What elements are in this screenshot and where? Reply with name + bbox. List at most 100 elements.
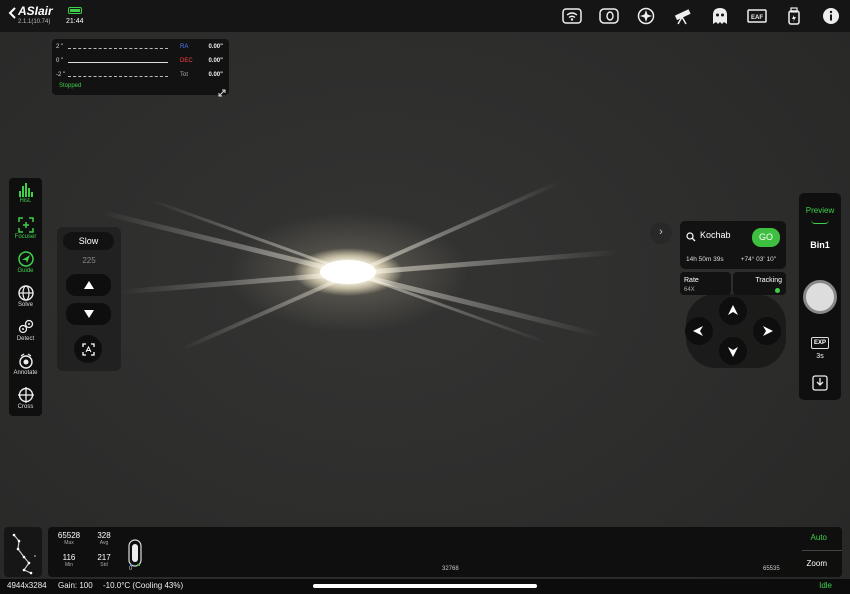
focus-up-button[interactable] xyxy=(66,274,111,296)
stat-min-value: 116 xyxy=(62,553,76,562)
tool-label-detect: Detect xyxy=(16,336,35,342)
download-icon[interactable] xyxy=(812,375,828,396)
telescope-icon[interactable] xyxy=(672,5,694,27)
move-east-button[interactable] xyxy=(753,317,781,345)
goto-button[interactable]: GO xyxy=(752,228,780,247)
hist-tick-start: 0 xyxy=(129,566,133,572)
arrow-right-icon xyxy=(763,326,773,336)
constellation-icon xyxy=(12,533,36,575)
focuser-speed-button[interactable]: Slow xyxy=(63,232,114,250)
autofocus-button[interactable] xyxy=(74,335,102,363)
stat-avg-value: 328 xyxy=(97,531,111,540)
tool-label-guide: Guide xyxy=(17,268,34,274)
guide-dec-label: DEC xyxy=(180,58,193,64)
zoom-button[interactable]: Zoom xyxy=(807,559,827,568)
stat-max-value: 65528 xyxy=(57,531,81,540)
mode-indicator xyxy=(811,220,829,224)
usb-drive-icon[interactable] xyxy=(783,5,805,27)
image-resolution: 4944x3284 xyxy=(7,581,47,590)
app-version: 2.1.1(10.74) xyxy=(18,19,51,25)
stat-min-label: Min xyxy=(64,562,74,568)
tool-focuser[interactable]: Focuser xyxy=(9,215,42,249)
svg-text:EAF: EAF xyxy=(751,15,763,21)
goto-ra: 14h 50m 39s xyxy=(686,256,724,263)
focus-down-button[interactable] xyxy=(66,303,111,325)
stat-min: 116 Min xyxy=(55,553,83,568)
tool-guide[interactable]: Guide xyxy=(9,249,42,283)
stat-avg-label: Avg xyxy=(99,540,109,546)
tool-label-solve: Solve xyxy=(17,302,33,308)
star-map-thumbnail[interactable] xyxy=(4,527,42,577)
search-icon[interactable] xyxy=(686,229,696,247)
histogram-curve[interactable] xyxy=(128,539,142,567)
top-bar: ASIair 2.1.1(10.74) 21:44 EAF xyxy=(0,0,850,32)
wifi-icon[interactable] xyxy=(561,5,583,27)
expand-icon[interactable] xyxy=(218,84,226,97)
tool-label-cross: Cross xyxy=(17,404,34,410)
annotate-icon xyxy=(18,353,33,369)
autofocus-icon xyxy=(81,342,95,356)
home-indicator[interactable] xyxy=(313,584,537,588)
guide-icon xyxy=(17,251,34,267)
guide-ra-label: RA xyxy=(180,44,189,50)
battery-icon xyxy=(68,7,82,14)
move-south-button[interactable] xyxy=(719,337,747,365)
storage-icon[interactable] xyxy=(598,5,620,27)
goto-target-input[interactable]: Kochab xyxy=(700,230,731,240)
crosshair-icon xyxy=(17,387,34,403)
clock: 21:44 xyxy=(66,18,84,25)
guide-line-bottom xyxy=(68,76,168,77)
auto-stretch-button[interactable]: Auto xyxy=(811,533,827,542)
guide-dec-value: 0.00" xyxy=(208,58,223,64)
guide-tot-label: Tot xyxy=(180,72,189,78)
chevron-right-icon: › xyxy=(659,226,663,238)
stat-avg: 328 Avg xyxy=(90,531,118,546)
move-north-button[interactable] xyxy=(719,297,747,325)
tool-histogram[interactable]: Hist. xyxy=(9,181,42,215)
capture-mode[interactable]: Preview xyxy=(799,206,841,215)
guide-line-zero xyxy=(68,62,168,63)
rate-label: Rate xyxy=(684,277,699,284)
histogram-bar: 65528 Max 328 Avg 116 Min 217 Std 0 3276… xyxy=(48,527,842,577)
eaf-icon[interactable]: EAF xyxy=(746,5,768,27)
guide-status: Stopped xyxy=(59,83,82,89)
top-icon-bar: EAF xyxy=(561,5,842,27)
info-icon[interactable] xyxy=(820,5,842,27)
rate-selector[interactable]: Rate 64X xyxy=(680,272,731,295)
goto-panel: Kochab GO 14h 50m 39s +74° 03' 10" xyxy=(680,221,786,269)
guide-axis-bottom: -2 " xyxy=(56,72,66,78)
shutter-button[interactable] xyxy=(803,280,837,314)
triangle-up-icon xyxy=(83,281,94,289)
focuser-steps: 225 xyxy=(82,256,96,265)
tool-detect[interactable]: Detect xyxy=(9,317,42,351)
guide-axis-mid: 0 " xyxy=(56,58,64,64)
triangle-down-icon xyxy=(83,310,94,318)
focuser-panel: Slow 225 xyxy=(57,227,121,371)
settings-icon[interactable] xyxy=(635,5,657,27)
move-west-button[interactable] xyxy=(685,317,713,345)
guide-axis-top: 2 " xyxy=(56,44,64,50)
tool-annotate[interactable]: Annotate xyxy=(9,351,42,385)
exposure-icon[interactable]: EXP xyxy=(811,337,829,349)
bin-selector[interactable]: Bin1 xyxy=(799,240,841,250)
stat-max: 65528 Max xyxy=(55,531,83,546)
tool-solve[interactable]: Solve xyxy=(9,283,42,317)
hist-tick-mid: 32768 xyxy=(442,566,459,572)
hist-tick-end: 65535 xyxy=(763,566,780,572)
guide-graph-panel[interactable]: 2 " 0 " -2 " RA 0.00" DEC 0.00" Tot 0.00… xyxy=(52,39,229,97)
status-bar: 4944x3284 Gain: 100 -10.0°C (Cooling 43%… xyxy=(0,579,850,594)
panel-toggle-button[interactable]: › xyxy=(650,222,672,244)
goto-dec: +74° 03' 10" xyxy=(740,256,776,263)
left-tool-panel: Hist. Focuser Guide Solve Detect Annotat… xyxy=(9,178,42,416)
camera-panel: Preview Bin1 EXP 3s xyxy=(799,193,841,400)
rate-value: 64X xyxy=(684,287,695,293)
arrow-up-icon xyxy=(728,305,738,315)
ghost-icon[interactable] xyxy=(709,5,731,27)
exposure-value[interactable]: 3s xyxy=(799,353,841,360)
tracking-toggle[interactable]: Tracking xyxy=(733,272,786,295)
tracking-label: Tracking xyxy=(755,277,782,284)
guide-ra-value: 0.00" xyxy=(208,44,223,50)
guide-tot-value: 0.00" xyxy=(208,72,223,78)
stat-max-label: Max xyxy=(64,540,74,546)
tool-cross[interactable]: Cross xyxy=(9,385,42,419)
